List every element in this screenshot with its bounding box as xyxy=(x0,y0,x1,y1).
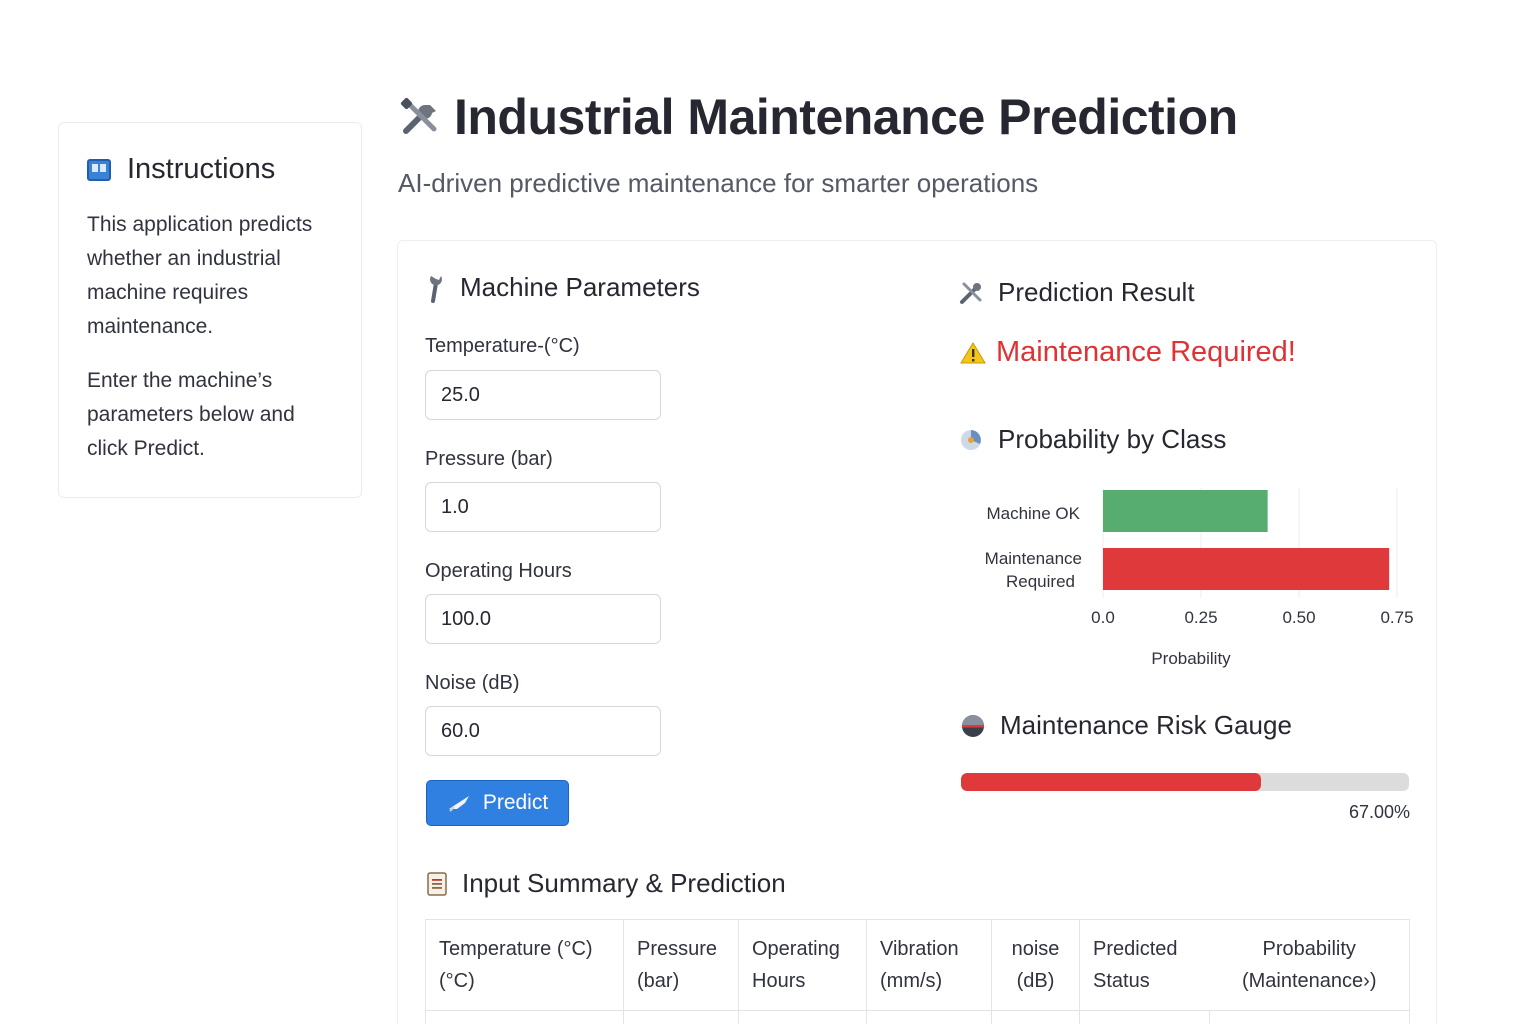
prediction-status-text: Maintenance Required! xyxy=(996,336,1296,368)
wrench-icon xyxy=(430,275,442,303)
probability-heading-text: Probability by Class xyxy=(998,424,1227,454)
chart-x-axis-label: Probability xyxy=(1151,649,1231,668)
column-header-probability: Probability (Maintenance›) xyxy=(1209,919,1410,1011)
risk-gauge-heading: Maintenance Risk Gauge xyxy=(960,710,1292,741)
window-icon xyxy=(87,158,111,181)
table-cell xyxy=(623,1010,739,1024)
column-header-pressure: Pressure (bar) xyxy=(623,919,739,1011)
sidebar-instruction: Enter the machine’s parameters below and… xyxy=(87,369,295,460)
risk-gauge-heading-text: Maintenance Risk Gauge xyxy=(1000,710,1292,740)
tools-icon xyxy=(960,282,982,304)
gauge-icon xyxy=(962,714,984,737)
table-cell xyxy=(1079,1010,1210,1024)
chart-category-label: Required xyxy=(1006,572,1075,591)
column-header-predicted-status: Predicted Status xyxy=(1079,919,1210,1011)
temperature-input[interactable] xyxy=(425,370,661,420)
chart-bar-maintenance-required xyxy=(1103,548,1390,590)
column-header-noise: noise (dB) xyxy=(991,919,1080,1011)
risk-gauge-fill xyxy=(961,773,1262,791)
column-header-vibration: Vibration (mm/s) xyxy=(866,919,992,1011)
page-subtitle: AI-driven predictive maintenance for sma… xyxy=(398,168,1039,198)
input-summary-heading-text: Input Summary & Prediction xyxy=(462,868,786,898)
chart-category-label: Maintenance xyxy=(985,549,1082,568)
table-cell xyxy=(1209,1010,1410,1024)
table-row xyxy=(425,1010,1410,1024)
tools-icon xyxy=(400,97,437,134)
chart-tick-label: 0.50 xyxy=(1282,608,1315,627)
column-header-temperature: Temperature (°C) (°C) xyxy=(425,919,624,1011)
summary-table-header-row: Temperature (°C) (°C) Pressure (bar) Opera… xyxy=(425,919,1410,1011)
noise-input[interactable] xyxy=(425,706,661,756)
sidebar-title-text: Instructions xyxy=(127,153,276,185)
clipboard-icon xyxy=(427,871,447,896)
pressure-input[interactable] xyxy=(425,482,661,532)
prediction-result-heading: Prediction Result xyxy=(958,277,1195,308)
prediction-status: Maintenance Required! xyxy=(960,336,1296,369)
column-header-operating-hours: Operating Hours xyxy=(738,919,867,1011)
table-cell xyxy=(738,1010,867,1024)
sidebar-description: This application predicts whether an ind… xyxy=(87,213,313,338)
page-title: Industrial Maintenance Prediction xyxy=(398,88,1238,146)
temperature-label: Temperature-(°C) xyxy=(425,335,580,357)
risk-gauge-value: 67.00% xyxy=(1348,802,1410,822)
chart-tick-label: 0.25 xyxy=(1184,608,1217,627)
rocket-icon xyxy=(448,796,469,812)
summary-table: Temperature (°C) (°C) Pressure (bar) Opera… xyxy=(425,919,1410,1024)
predict-button[interactable]: Predict xyxy=(426,780,569,826)
predict-button-label: Predict xyxy=(482,791,549,814)
warning-icon xyxy=(960,341,986,363)
machine-parameters-heading-text: Machine Parameters xyxy=(460,272,700,302)
input-summary-heading: Input Summary & Prediction xyxy=(426,868,786,899)
machine-parameters-heading: Machine Parameters xyxy=(426,272,700,303)
table-cell xyxy=(991,1010,1080,1024)
operating-hours-input[interactable] xyxy=(425,594,661,644)
chart-tick-label: 0.0 xyxy=(1091,608,1115,627)
chart-icon xyxy=(961,429,981,450)
risk-gauge-track xyxy=(961,773,1409,791)
probability-heading: Probability by Class xyxy=(958,424,1226,455)
sidebar-instructions-card: Instructions This application predicts w… xyxy=(58,122,362,498)
probability-bar-chart: Machine OK Maintenance Required 0.0 0.25 0.50… xyxy=(985,488,1414,668)
sidebar-title: Instructions xyxy=(87,153,333,186)
pressure-label: Pressure (bar) xyxy=(425,448,553,470)
prediction-result-heading-text: Prediction Result xyxy=(998,277,1195,307)
page-title-text: Industrial Maintenance Prediction xyxy=(454,89,1238,145)
chart-category-label: Machine OK xyxy=(986,504,1080,523)
chart-tick-label: 0.75 xyxy=(1380,608,1413,627)
chart-bar-machine-ok xyxy=(1103,490,1268,532)
table-cell xyxy=(425,1010,624,1024)
operating-hours-label: Operating Hours xyxy=(425,560,572,582)
noise-label: Noise (dB) xyxy=(425,672,520,694)
table-cell xyxy=(866,1010,992,1024)
